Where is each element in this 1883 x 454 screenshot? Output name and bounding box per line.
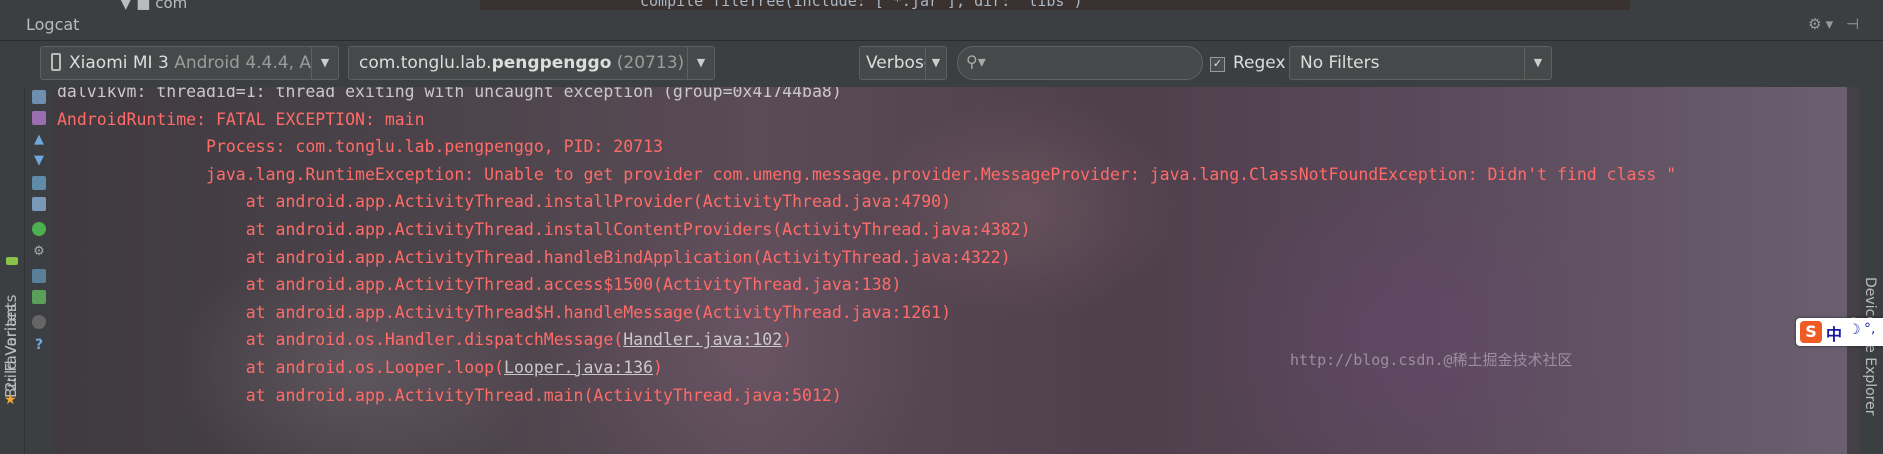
background-editor-fragment: ▼ ■ com compile fileTree(include: ['*.ja… xyxy=(0,0,1883,10)
watermark: http://blog.csdn.@稀土掘金技术社区 xyxy=(1290,351,1573,369)
regex-label: Regex xyxy=(1233,53,1286,73)
help-icon[interactable]: ? xyxy=(32,337,46,353)
logcat-title-bar: Logcat ⚙▾ ⊣ xyxy=(0,10,1883,41)
ime-mode[interactable]: 中 xyxy=(1826,321,1842,345)
device-name: Xiaomi MI 3 xyxy=(69,53,169,73)
process-selector[interactable]: com.tonglu.lab.pengpenggo (20713) [DEAD]… xyxy=(348,46,715,80)
search-icon: ⚲▾ xyxy=(966,52,986,71)
log-line-text: at android.app.ActivityThread.installCon… xyxy=(57,219,1031,239)
log-line-text: at android.app.ActivityThread.installPro… xyxy=(57,192,952,212)
log-line-text: at android.app.ActivityThread.main(Activ… xyxy=(57,385,842,405)
filter-value: No Filters xyxy=(1300,53,1380,73)
terminate-icon[interactable] xyxy=(32,315,46,329)
code-fragment: compile fileTree(include: ['*.jar'], dir… xyxy=(640,0,1083,10)
logcat-toolbar: Xiaomi MI 3 Android 4.4.4, API 19 ▼ com.… xyxy=(24,41,1883,87)
moon-icon[interactable]: ☽ xyxy=(1848,322,1861,338)
log-line-suffix: ) xyxy=(653,357,663,377)
chevron-down-icon: ▼ xyxy=(1524,47,1551,79)
android-robot-icon xyxy=(6,257,18,265)
log-line-text: java.lang.RuntimeException: Unable to ge… xyxy=(57,164,1677,184)
scroll-to-end-icon[interactable] xyxy=(32,111,46,125)
log-line-text: at android.app.ActivityThread.access$150… xyxy=(57,275,902,295)
chevron-down-icon: ▼ xyxy=(925,47,946,79)
logcat-output[interactable]: ▲ ▼ ⚙ ? dalvikvm: threadid=1: thread exi… xyxy=(25,87,1860,454)
soft-wrap-icon[interactable] xyxy=(32,176,46,190)
log-line: AndroidRuntime: FATAL EXCEPTION: main xyxy=(57,106,1676,134)
regex-checkbox[interactable]: ✓ xyxy=(1210,57,1225,72)
ime-toolbar[interactable]: S 中 ☽ °, xyxy=(1796,318,1883,346)
regex-toggle[interactable]: ✓ Regex xyxy=(1210,46,1286,80)
restart-icon[interactable] xyxy=(32,222,46,236)
log-line-text: Process: com.tonglu.lab.pengpenggo, PID:… xyxy=(57,137,663,157)
right-tool-strip: Device File Explorer xyxy=(1860,87,1883,454)
log-line: at android.app.ActivityThread.main(Activ… xyxy=(57,382,1676,410)
punctuation-icon[interactable]: °, xyxy=(1864,321,1875,337)
left-tool-strip: Build Variants 2: Favorites ★ xyxy=(0,41,25,454)
source-link[interactable]: Looper.java:136 xyxy=(504,358,653,377)
hide-panel-icon[interactable]: ⊣ xyxy=(1846,15,1863,33)
chevron-down-icon: ▼ xyxy=(687,47,714,79)
device-selector[interactable]: Xiaomi MI 3 Android 4.4.4, API 19 ▼ xyxy=(40,46,339,80)
project-tree-fragment: ▼ ■ com xyxy=(120,0,188,10)
logcat-action-strip: ▲ ▼ ⚙ ? xyxy=(25,87,53,454)
down-arrow-icon[interactable]: ▼ xyxy=(32,153,46,168)
log-line-text: at android.os.Handler.dispatchMessage( xyxy=(57,330,624,350)
sogou-logo-icon: S xyxy=(1800,321,1822,343)
log-line: at android.app.ActivityThread$H.handleMe… xyxy=(57,299,1676,327)
log-line-text: at android.os.Looper.loop( xyxy=(57,357,505,377)
vertical-scrollbar[interactable] xyxy=(1847,87,1860,454)
log-line: at android.app.ActivityThread.access$150… xyxy=(57,271,1676,299)
log-line: at android.app.ActivityThread.installCon… xyxy=(57,216,1676,244)
title-bar-actions: ⚙▾ ⊣ xyxy=(1808,15,1863,33)
package-name-bold: pengpenggo xyxy=(491,53,612,73)
panel-title: Logcat xyxy=(26,15,80,34)
search-input[interactable]: ⚲▾ xyxy=(957,46,1203,80)
screen-record-icon[interactable] xyxy=(32,290,46,304)
up-arrow-icon[interactable]: ▲ xyxy=(32,132,46,147)
favorites-tab[interactable]: 2: Favorites xyxy=(0,281,24,391)
chevron-down-icon: ▼ xyxy=(311,47,338,79)
log-line-text: AndroidRuntime: FATAL EXCEPTION: main xyxy=(57,109,425,129)
log-level-selector[interactable]: Verbose ▼ xyxy=(859,46,947,80)
print-icon[interactable] xyxy=(32,197,46,211)
gear-icon[interactable]: ⚙ xyxy=(32,244,46,259)
log-line-suffix: ) xyxy=(782,330,793,350)
gear-icon[interactable]: ⚙▾ xyxy=(1808,15,1837,33)
log-line: dalvikvm: threadid=1: thread exiting wit… xyxy=(57,87,1676,106)
source-link[interactable]: Handler.java:102 xyxy=(623,330,782,349)
favorites-label: 2: Favorites xyxy=(2,303,20,391)
process-pid: (20713) xyxy=(616,53,685,73)
clear-log-icon[interactable] xyxy=(32,90,46,104)
screen-capture-icon[interactable] xyxy=(32,269,46,283)
log-line: Process: com.tonglu.lab.pengpenggo, PID:… xyxy=(57,133,1676,161)
log-line: at android.app.ActivityThread.installPro… xyxy=(57,188,1676,216)
log-line-text: at android.app.ActivityThread$H.handleMe… xyxy=(57,302,952,322)
log-line: java.lang.RuntimeException: Unable to ge… xyxy=(57,161,1676,189)
filter-selector[interactable]: No Filters ▼ xyxy=(1289,46,1552,80)
device-file-explorer-tab[interactable]: Device File Explorer xyxy=(1862,277,1878,416)
log-line: at android.app.ActivityThread.handleBind… xyxy=(57,244,1676,272)
phone-icon xyxy=(51,53,61,71)
log-line-text: dalvikvm: threadid=1: thread exiting wit… xyxy=(57,87,842,101)
package-prefix: com.tonglu.lab. xyxy=(359,53,492,73)
log-line-text: at android.app.ActivityThread.handleBind… xyxy=(57,247,1011,267)
